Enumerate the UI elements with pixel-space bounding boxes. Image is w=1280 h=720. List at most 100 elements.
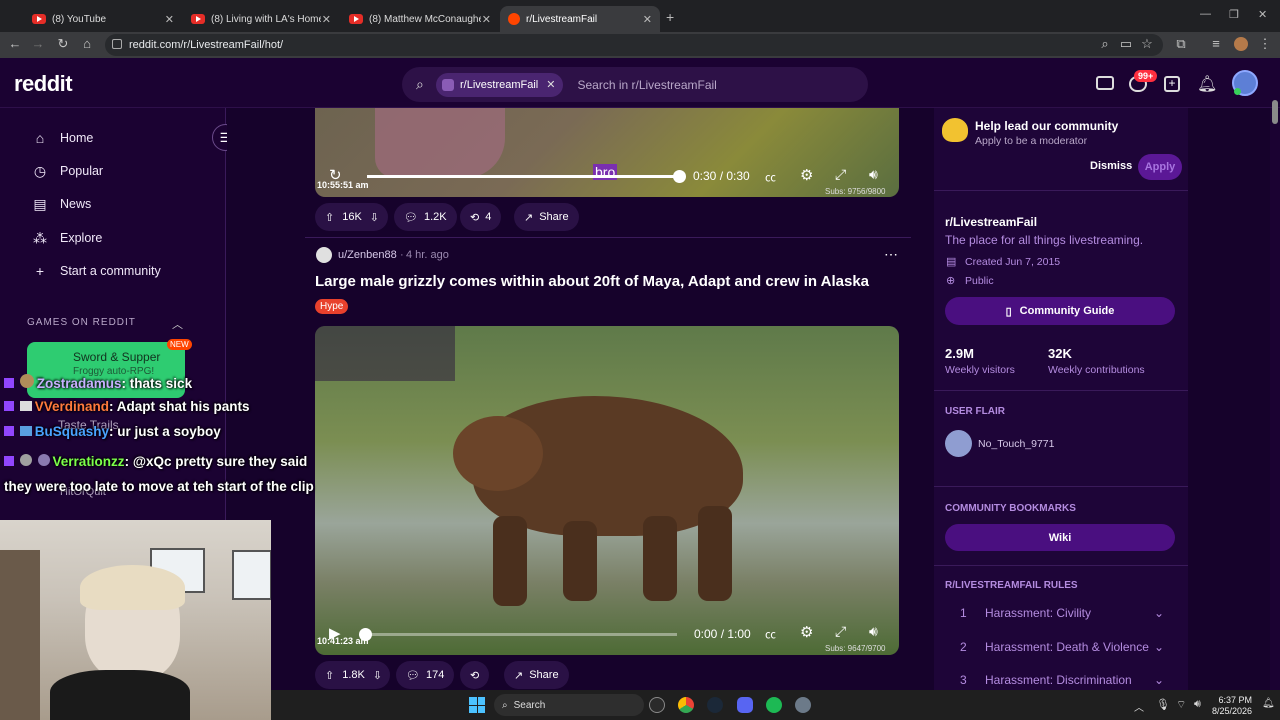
settings-gear-icon[interactable]: ⚙: [800, 623, 813, 641]
forward-icon[interactable]: →: [29, 36, 47, 51]
upvote-icon[interactable]: ⇧: [325, 669, 334, 682]
wifi-icon[interactable]: ⌔: [1176, 698, 1186, 712]
notifications-bell-icon[interactable]: 🔔︎: [1197, 74, 1217, 94]
fullscreen-icon[interactable]: ⤢: [835, 166, 846, 183]
captions-icon[interactable]: ㏄: [765, 626, 776, 642]
spotify-icon[interactable]: [766, 697, 782, 713]
wiki-button[interactable]: Wiki: [945, 524, 1175, 551]
post2-flair[interactable]: Hype: [315, 299, 349, 314]
browser-tab[interactable]: (8) YouTube ✕: [24, 6, 182, 32]
close-icon[interactable]: ✕: [165, 13, 174, 26]
downvote-icon[interactable]: ⇩: [373, 669, 382, 682]
reload-icon[interactable]: ↻: [54, 36, 72, 52]
captions-icon[interactable]: ㏄: [765, 169, 776, 185]
rule-number: 2: [960, 640, 967, 654]
search-icon: ⌕: [502, 699, 508, 711]
reading-list-icon[interactable]: ≡: [1207, 36, 1225, 51]
scrollbar[interactable]: [1270, 108, 1280, 690]
rule-item[interactable]: 1 Harassment: Civility ⌄: [960, 606, 1175, 620]
zoom-icon[interactable]: ⌕: [1096, 36, 1114, 52]
windows-start-icon[interactable]: [469, 697, 485, 713]
sidebar-item-explore[interactable]: ⁂ Explore: [32, 230, 102, 246]
tab-title: r/LivestreamFail: [526, 13, 598, 25]
rule-number: 3: [960, 673, 967, 687]
sidebar-item-popular[interactable]: ◷ Popular: [32, 163, 103, 179]
taskbar-app-icon[interactable]: [649, 697, 665, 713]
post1-video[interactable]: bro ↻ 10:55:51 am 0:30 / 0:30 ㏄ ⚙ ⤢ 🔊︎ S…: [315, 108, 899, 197]
chip-close-icon[interactable]: ✕: [546, 78, 555, 91]
comment-icon: 💬︎: [404, 211, 418, 224]
taskbar-search[interactable]: ⌕ Search: [494, 694, 644, 716]
post2-video[interactable]: ▶ 10:41:23 am 0:00 / 1:00 ㏄ ⚙ ⤢ 🔊︎ Subs:…: [315, 326, 899, 655]
sidebar-item-news[interactable]: ▤ News: [32, 196, 91, 212]
browser-tab[interactable]: (8) Living with LA's Homeless In ✕: [183, 6, 339, 32]
post2-title[interactable]: Large male grizzly comes within about 20…: [315, 273, 869, 290]
user-flair-name[interactable]: No_Touch_9771: [978, 438, 1054, 450]
share-icon: ↗: [524, 211, 534, 224]
post2-comments-button[interactable]: 💬︎ 174: [396, 661, 455, 689]
sidebar-item-home[interactable]: ⌂ Home: [32, 130, 94, 146]
community-guide-button[interactable]: ▯ Community Guide: [945, 297, 1175, 325]
settings-gear-icon[interactable]: ⚙: [800, 166, 813, 184]
post1-progress-handle[interactable]: [673, 170, 686, 183]
close-icon[interactable]: ✕: [643, 13, 652, 26]
post2-author[interactable]: u/Zenben88: [338, 249, 397, 261]
chevron-up-icon[interactable]: ︿: [172, 316, 183, 332]
volume-icon[interactable]: 🔊︎: [869, 166, 878, 183]
site-info-icon[interactable]: [112, 39, 122, 49]
volume-tray-icon[interactable]: 🔊︎: [1194, 698, 1201, 711]
bookmark-star-icon[interactable]: ☆: [1138, 36, 1156, 52]
more-options-icon[interactable]: ⋯: [884, 246, 898, 263]
post2-crosspost-button[interactable]: ⟲: [460, 661, 490, 689]
create-post-icon[interactable]: +: [1164, 76, 1180, 92]
home-browser-icon[interactable]: ⌂: [78, 36, 96, 51]
post1-progress-track[interactable]: [367, 170, 686, 183]
tray-chevron-icon[interactable]: ︿: [1134, 699, 1144, 714]
extensions-icon[interactable]: ⧉: [1172, 36, 1190, 52]
dismiss-button[interactable]: Dismiss: [1090, 160, 1132, 172]
downvote-icon[interactable]: ⇩: [370, 211, 379, 224]
author-avatar[interactable]: [316, 247, 332, 263]
search-bar[interactable]: ⌕ r/LivestreamFail ✕ Search in r/Livestr…: [402, 67, 868, 102]
back-icon[interactable]: ←: [6, 36, 24, 51]
subreddit-name[interactable]: r/LivestreamFail: [945, 215, 1037, 229]
post1-crosspost-button[interactable]: ⟲ 4: [460, 203, 502, 231]
apply-button[interactable]: Apply: [1138, 154, 1182, 180]
discord-icon[interactable]: [737, 697, 753, 713]
url-field[interactable]: reddit.com/r/LivestreamFail/hot/: [105, 34, 1163, 56]
close-icon[interactable]: ✕: [482, 13, 491, 26]
post2-share-button[interactable]: ↗ Share: [504, 661, 569, 689]
upvote-icon[interactable]: ⇧: [325, 211, 334, 224]
browser-tab[interactable]: (8) Matthew McConaughey's Ch ✕: [341, 6, 499, 32]
reddit-logo[interactable]: reddit: [14, 71, 73, 97]
steam-icon[interactable]: [707, 697, 723, 713]
profile-avatar-icon[interactable]: [1234, 37, 1248, 51]
vote-count: 16K: [342, 211, 362, 223]
rule-item[interactable]: 3 Harassment: Discrimination ⌄: [960, 673, 1175, 687]
new-tab-icon[interactable]: +: [666, 9, 674, 25]
rule-item[interactable]: 2 Harassment: Death & Violence ⌄: [960, 640, 1175, 654]
post2-progress-track[interactable]: [359, 628, 677, 641]
post2-progress-handle[interactable]: [359, 628, 372, 641]
share-label: Share: [539, 211, 569, 223]
post1-comments-button[interactable]: 💬︎ 1.2K: [394, 203, 457, 231]
sidebar-item-start-community[interactable]: + Start a community: [32, 263, 161, 279]
microphone-icon[interactable]: 🎙︎: [1156, 698, 1170, 711]
close-icon[interactable]: ✕: [322, 13, 331, 26]
scrollbar-thumb[interactable]: [1272, 100, 1278, 124]
volume-icon[interactable]: 🔊︎: [869, 623, 878, 640]
browser-tab-active[interactable]: r/LivestreamFail ✕: [500, 6, 660, 32]
advertise-icon[interactable]: [1096, 76, 1114, 90]
subreddit-search-chip[interactable]: r/LivestreamFail ✕: [436, 72, 564, 97]
minimize-icon[interactable]: —: [1200, 8, 1211, 20]
settings-app-icon[interactable]: [795, 697, 811, 713]
crosspost-count: 4: [485, 211, 492, 223]
maximize-icon[interactable]: ❐: [1229, 8, 1239, 21]
fullscreen-icon[interactable]: ⤢: [835, 623, 846, 640]
post1-share-button[interactable]: ↗ Share: [514, 203, 579, 231]
notifications-tray-icon[interactable]: 🔔︎: [1262, 698, 1275, 709]
close-window-icon[interactable]: ✕: [1258, 8, 1267, 21]
cast-icon[interactable]: ▭: [1117, 36, 1135, 52]
browser-menu-icon[interactable]: ⋮: [1256, 36, 1274, 52]
chrome-icon[interactable]: [678, 697, 694, 713]
